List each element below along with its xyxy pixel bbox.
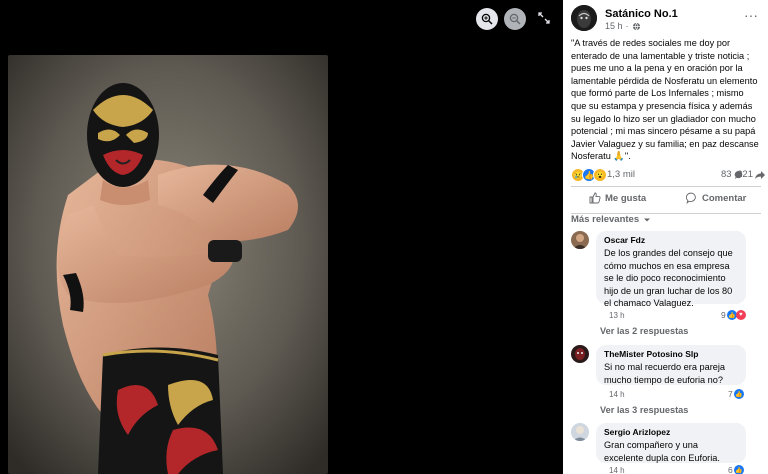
comment-author[interactable]: Oscar Fdz	[604, 235, 738, 245]
avatar-photo	[571, 345, 589, 363]
comment-time[interactable]: 14 h	[609, 390, 625, 399]
view-replies-link[interactable]: Ver las 3 respuestas	[600, 405, 688, 415]
page-name[interactable]: Satánico No.1	[605, 8, 678, 20]
sort-label: Más relevantes	[571, 214, 640, 225]
like-label: Me gusta	[605, 192, 647, 204]
commenter-avatar[interactable]	[571, 423, 589, 441]
comment-text: Gran compañero y una excelente dupla con…	[604, 440, 720, 463]
comment-bubble: Sergio Arizlopez Gran compañero y una ex…	[596, 423, 746, 463]
view-replies-link[interactable]: Ver las 2 respuestas	[600, 326, 688, 336]
post-photo[interactable]	[8, 55, 328, 474]
post-meta: 15 h ·	[605, 21, 641, 31]
comment-icon	[686, 192, 696, 204]
comment-reaction-count: 6	[728, 465, 733, 474]
comment-reaction-count: 9	[721, 310, 726, 320]
post-actions: Me gusta Comentar	[571, 186, 761, 214]
comment-author[interactable]: Sergio Arizlopez	[604, 427, 738, 437]
reaction-count[interactable]: 1,3 mil	[607, 169, 635, 180]
expand-icon	[538, 12, 550, 24]
avatar-photo	[571, 423, 589, 441]
comment-reactions[interactable]: 6 👍	[728, 465, 744, 474]
comment-item: Oscar Fdz De los grandes del consejo que…	[571, 231, 763, 331]
like-reaction-icon: 👍	[733, 465, 744, 474]
share-arrow-icon	[755, 170, 765, 179]
zoom-in-icon	[481, 13, 493, 25]
share-count-link[interactable]: 221	[737, 169, 765, 180]
comment-author[interactable]: TheMister Potosino Slp	[604, 349, 738, 359]
zoom-out-button[interactable]	[504, 8, 526, 30]
reaction-icons[interactable]: 😢 👍 😮	[571, 168, 607, 182]
expand-button[interactable]	[535, 9, 553, 27]
comment-reaction-count: 7	[728, 389, 733, 399]
photo-viewer	[0, 0, 563, 474]
chevron-down-icon	[644, 218, 651, 221]
post-time[interactable]: 15 h	[605, 21, 623, 31]
avatar-photo	[571, 231, 589, 249]
comment-button[interactable]: Comentar	[686, 192, 746, 204]
comment-time[interactable]: 14 h	[609, 466, 625, 474]
comment-item: TheMister Potosino Slp Si no mal recuerd…	[571, 345, 763, 405]
comment-bubble: TheMister Potosino Slp Si no mal recuerd…	[596, 345, 746, 385]
more-options-icon[interactable]: ···	[744, 7, 758, 23]
post-panel: Satánico No.1 15 h · ··· "A través de re…	[563, 0, 768, 474]
post-header: Satánico No.1 15 h · ···	[571, 5, 762, 33]
comment-item: Sergio Arizlopez Gran compañero y una ex…	[571, 423, 763, 474]
mask-avatar-icon	[571, 5, 597, 31]
thumbs-up-icon	[589, 192, 601, 204]
comment-reactions[interactable]: 9 👍 ♥	[721, 310, 746, 320]
comment-text: Si no mal recuerdo era pareja mucho tiem…	[604, 362, 726, 385]
page-avatar[interactable]	[571, 5, 597, 31]
share-count: 221	[737, 169, 753, 180]
commenter-avatar[interactable]	[571, 231, 589, 249]
zoom-out-icon	[509, 13, 521, 25]
wow-reaction-icon: 😮	[593, 168, 607, 182]
comment-text: De los grandes del consejo que cómo much…	[604, 248, 733, 308]
comment-time[interactable]: 13 h	[609, 311, 625, 320]
wrestler-photo-illustration	[8, 55, 328, 474]
like-reaction-icon: 👍	[733, 389, 744, 399]
comment-label: Comentar	[702, 192, 747, 204]
comment-count: 83	[721, 169, 732, 180]
globe-icon	[632, 22, 640, 30]
love-reaction-icon: ♥	[735, 310, 746, 320]
reactions-summary: 😢 👍 😮 1,3 mil 83 221	[571, 168, 765, 182]
comment-reactions[interactable]: 7 👍	[728, 389, 744, 399]
post-text: "A través de redes sociales me doy por e…	[571, 38, 759, 162]
like-button[interactable]: Me gusta	[589, 192, 646, 204]
comment-bubble: Oscar Fdz De los grandes del consejo que…	[596, 231, 746, 308]
commenter-avatar[interactable]	[571, 345, 589, 363]
zoom-in-button[interactable]	[476, 8, 498, 30]
comment-sort-dropdown[interactable]: Más relevantes	[571, 214, 651, 225]
